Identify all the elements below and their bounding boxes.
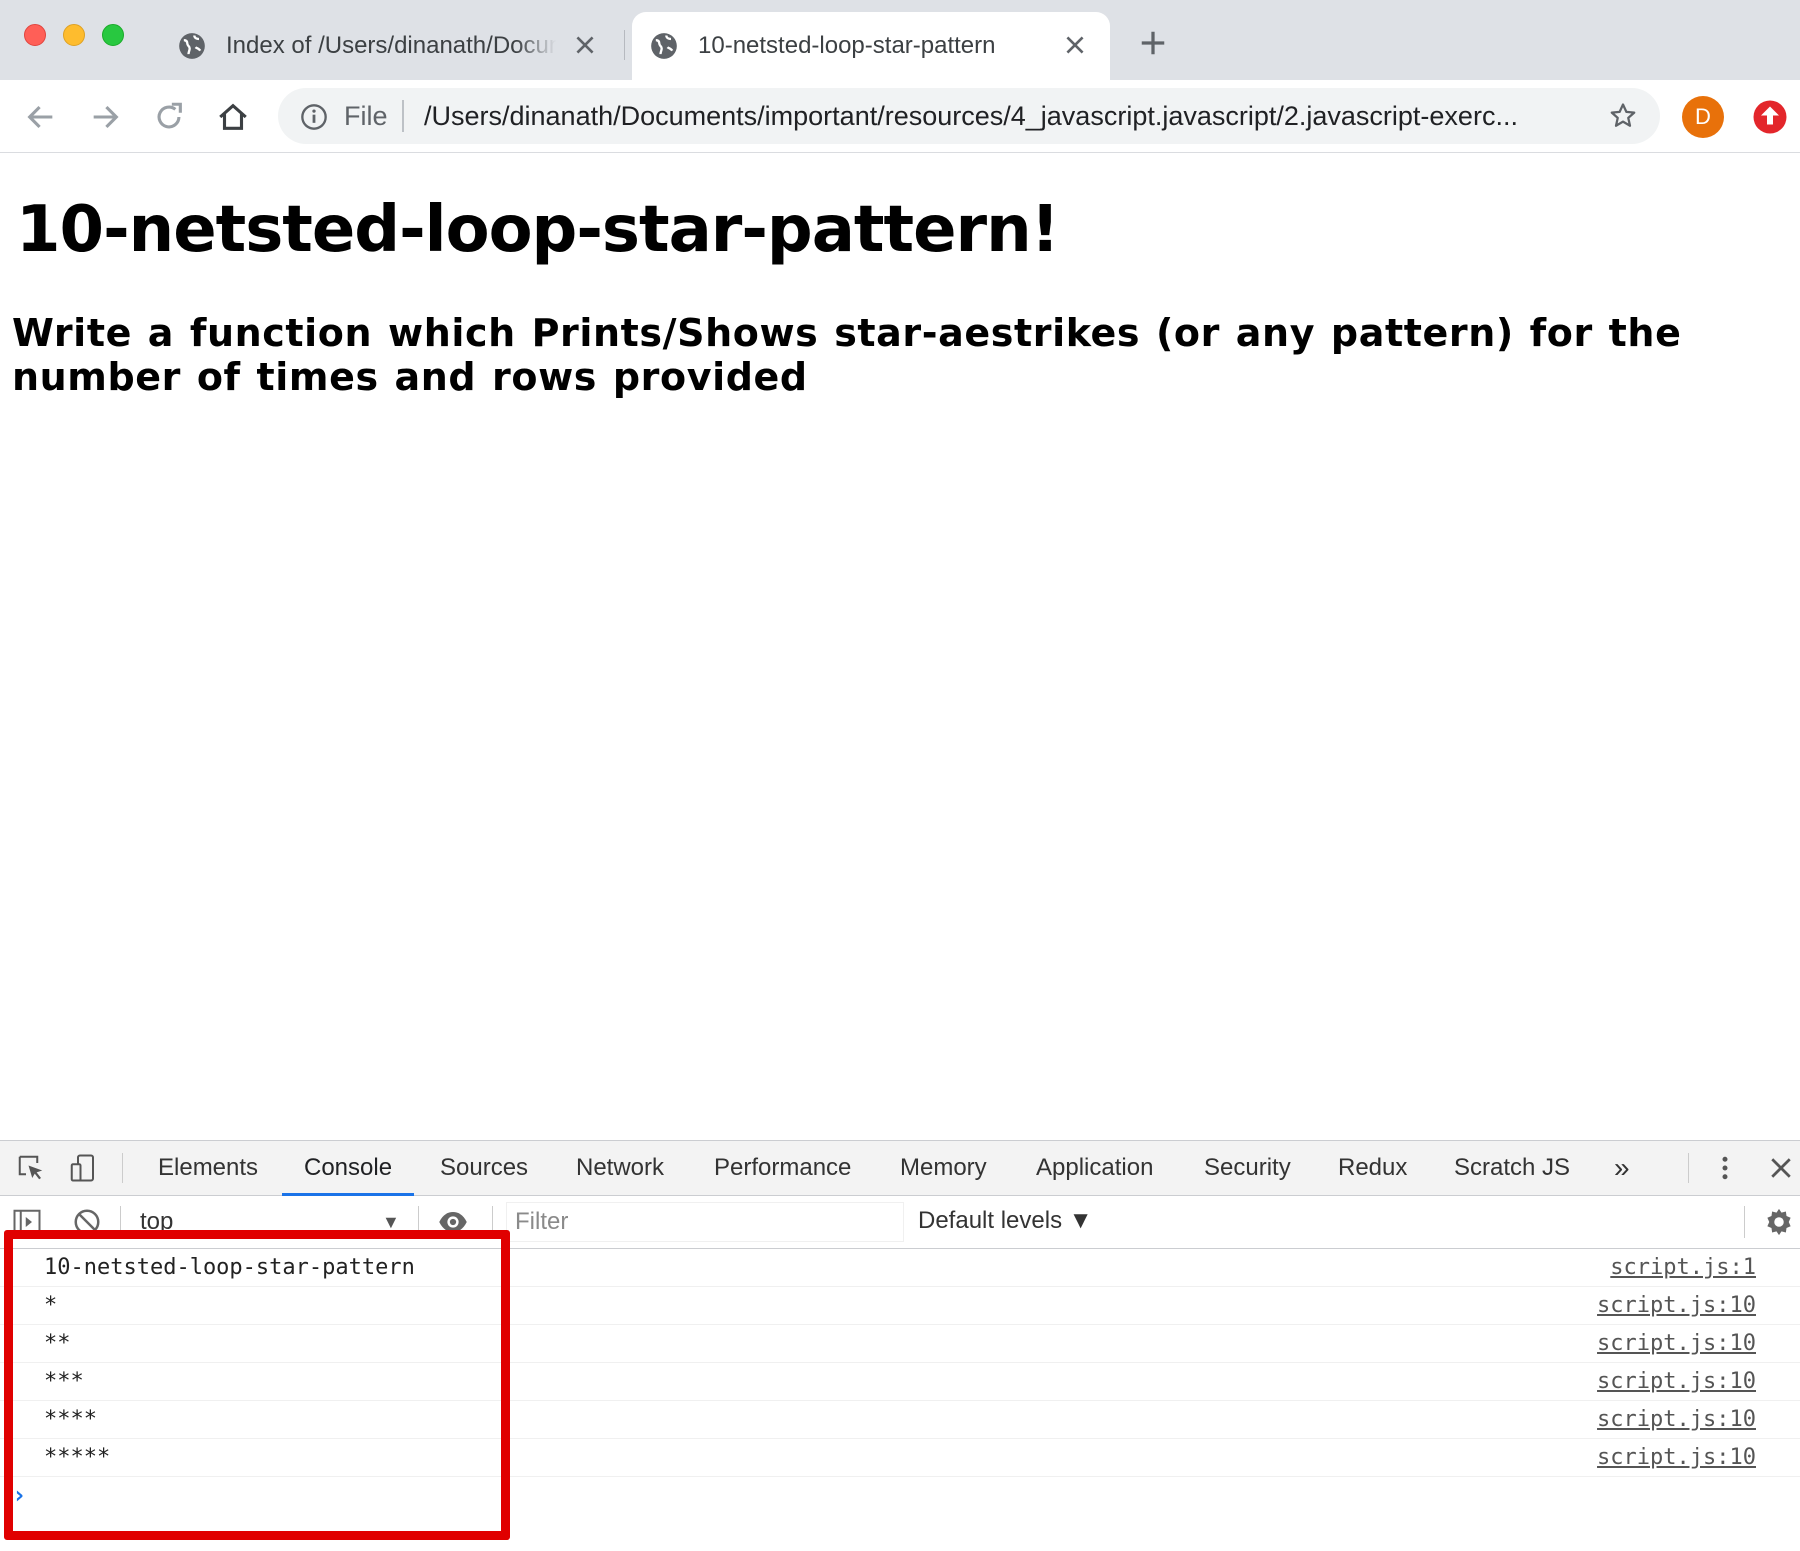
omnibox-separator [402, 100, 404, 132]
console-message-text: ** [44, 1331, 71, 1356]
console-source-link[interactable]: script.js:10 [1597, 1293, 1756, 1318]
dropdown-arrow-icon[interactable]: ▼ [382, 1212, 400, 1233]
forward-arrow-icon[interactable] [88, 100, 122, 134]
browser-toolbar: File /Users/dinanath/Documents/important… [0, 80, 1800, 153]
filter-field[interactable] [506, 1202, 904, 1242]
console-message: ** script.js:10 [0, 1325, 1800, 1363]
console-message-text: ***** [44, 1445, 111, 1470]
devtools-tab-security[interactable]: Security [1204, 1141, 1291, 1195]
toolbar-divider [492, 1206, 493, 1238]
live-expression-eye-icon[interactable] [438, 1207, 468, 1237]
profile-avatar[interactable]: D [1682, 96, 1724, 138]
console-message: **** script.js:10 [0, 1401, 1800, 1439]
reload-icon[interactable] [152, 100, 186, 134]
browser-tab-index[interactable]: Index of /Users/dinanath/Documents/impor… [160, 12, 620, 80]
window-close-button[interactable] [24, 24, 46, 46]
browser-tab-strip: Index of /Users/dinanath/Documents/impor… [0, 0, 1800, 80]
console-source-link[interactable]: script.js:10 [1597, 1407, 1756, 1432]
tab-title: 10-netsted-loop-star-pattern [698, 32, 996, 59]
console-source-link[interactable]: script.js:10 [1597, 1331, 1756, 1356]
devtools-tab-elements[interactable]: Elements [158, 1141, 258, 1195]
window-zoom-button[interactable] [102, 24, 124, 46]
devtools-tab-sources[interactable]: Sources [440, 1141, 528, 1195]
devtools-tab-performance[interactable]: Performance [714, 1141, 851, 1195]
close-devtools-icon[interactable] [1766, 1153, 1796, 1183]
devtools-tab-scratch-js[interactable]: Scratch JS [1454, 1141, 1570, 1195]
console-message-text: 10-netsted-loop-star-pattern [44, 1255, 415, 1280]
toolbar-divider [1744, 1206, 1745, 1238]
devtools-tab-application[interactable]: Application [1036, 1141, 1153, 1195]
tab-title: Index of /Users/dinanath/Documents/impor… [226, 32, 556, 59]
kebab-menu-icon[interactable] [1710, 1153, 1740, 1183]
console-source-link[interactable]: script.js:10 [1597, 1369, 1756, 1394]
url-text[interactable]: /Users/dinanath/Documents/important/reso… [424, 101, 1518, 132]
bookmark-star-icon[interactable] [1608, 101, 1638, 131]
console-message: 10-netsted-loop-star-pattern script.js:1 [0, 1249, 1800, 1287]
browser-tab-active[interactable]: 10-netsted-loop-star-pattern [632, 12, 1110, 80]
toolbar-divider [1688, 1153, 1689, 1183]
devtools-tab-console[interactable]: Console [281, 1141, 415, 1196]
console-message: *** script.js:10 [0, 1363, 1800, 1401]
home-icon[interactable] [216, 100, 250, 134]
page-subheading: Write a function which Prints/Shows star… [12, 311, 1682, 399]
close-icon[interactable] [572, 32, 598, 58]
devtools-tab-memory[interactable]: Memory [900, 1141, 987, 1195]
tab-separator [624, 30, 625, 60]
console-prompt[interactable]: › [0, 1477, 1800, 1517]
console-source-link[interactable]: script.js:10 [1597, 1445, 1756, 1470]
page-content: 10-netsted-loop-star-pattern! Write a fu… [0, 153, 1800, 1140]
devtools-panel: Elements Console Sources Network Perform… [0, 1140, 1800, 1551]
log-levels-dropdown[interactable]: Default levels ▼ [918, 1207, 1093, 1235]
clear-console-icon[interactable] [72, 1207, 102, 1237]
devtools-tab-network[interactable]: Network [576, 1141, 664, 1195]
close-icon[interactable] [1062, 32, 1088, 58]
extension-upload-icon[interactable] [1752, 99, 1788, 135]
info-icon[interactable] [300, 103, 328, 131]
toolbar-divider [122, 1153, 123, 1183]
console-message: * script.js:10 [0, 1287, 1800, 1325]
page-heading: 10-netsted-loop-star-pattern! [16, 193, 1060, 267]
window-minimize-button[interactable] [63, 24, 85, 46]
globe-icon [651, 33, 677, 59]
console-message-text: * [44, 1293, 58, 1318]
console-toolbar: top ▼ Default levels ▼ [0, 1196, 1800, 1249]
console-source-link[interactable]: script.js:1 [1610, 1255, 1756, 1280]
device-toolbar-icon[interactable] [68, 1153, 98, 1183]
console-message-text: **** [44, 1407, 97, 1432]
console-settings-gear-icon[interactable] [1764, 1207, 1794, 1237]
toolbar-divider [120, 1206, 121, 1238]
inspect-element-icon[interactable] [16, 1153, 46, 1183]
toolbar-divider [418, 1206, 419, 1238]
sidebar-toggle-icon[interactable] [12, 1207, 42, 1237]
scheme-label: File [344, 101, 388, 131]
console-message: ***** script.js:10 [0, 1439, 1800, 1477]
back-arrow-icon[interactable] [24, 100, 58, 134]
devtools-tab-redux[interactable]: Redux [1338, 1141, 1407, 1195]
filter-input[interactable] [507, 1203, 903, 1241]
console-messages: 10-netsted-loop-star-pattern script.js:1… [0, 1249, 1800, 1517]
devtools-tab-bar: Elements Console Sources Network Perform… [0, 1141, 1800, 1196]
prompt-caret-icon: › [12, 1481, 27, 1509]
console-message-text: *** [44, 1369, 84, 1394]
context-selector[interactable]: top [140, 1208, 173, 1236]
more-tabs-chevron-icon[interactable]: » [1614, 1141, 1630, 1195]
globe-icon [179, 33, 205, 59]
new-tab-plus-icon[interactable] [1138, 28, 1168, 58]
address-bar[interactable]: File /Users/dinanath/Documents/important… [278, 88, 1660, 144]
